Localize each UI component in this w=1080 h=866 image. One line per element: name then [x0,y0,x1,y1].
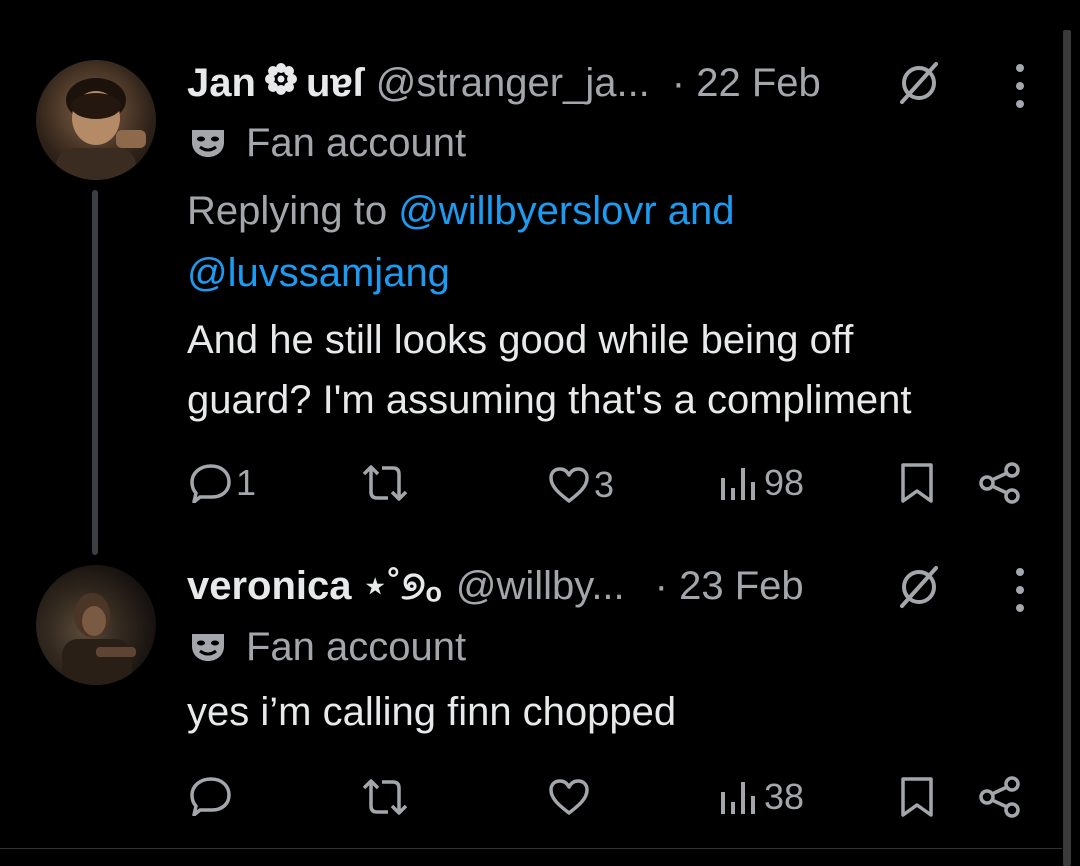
mention-link[interactable]: @willbyerslovr [398,189,656,233]
mention-link[interactable]: @luvssamjang [187,251,450,295]
tweet-text-line: And he still looks good while being off [187,318,854,362]
label-text: Fan account [246,120,467,165]
display-name[interactable]: veronica ⋆˚୭ₒ [187,563,442,609]
avatar-photo [62,593,136,685]
more-options-button[interactable] [1008,64,1032,108]
mention-and[interactable]: and [668,189,735,233]
more-vertical-icon [1016,64,1024,72]
avatar[interactable] [36,60,156,180]
reply-button[interactable] [190,776,236,816]
tweet-text: And he still looks good while being off … [187,310,912,430]
verified-icon [894,58,944,113]
verified-icon [894,562,944,617]
bookmark-button[interactable] [898,776,936,818]
bookmark-button[interactable] [898,462,936,504]
user-handle[interactable]: @stranger_ja... [376,61,650,106]
retweet-icon [362,465,408,501]
more-vertical-icon [1016,568,1024,576]
view-count: 98 [764,462,805,503]
display-name-suffix: uɐſ [305,60,364,105]
views-icon [721,782,755,814]
share-icon [979,462,1020,504]
share-button[interactable] [978,462,1022,504]
avatar[interactable] [36,565,156,685]
timestamp[interactable]: · 23 Feb [655,564,804,609]
timestamp[interactable]: · 22 Feb [672,61,821,106]
flower-icon [264,61,298,106]
label-text: Fan account [246,624,467,669]
replying-to-prefix: Replying to [187,189,388,233]
views-button[interactable]: 38 [718,776,804,818]
like-count: 3 [594,464,615,505]
bookmark-icon [901,463,933,503]
bookmark-icon [901,777,933,817]
account-label: Fan account [190,622,466,672]
heart-icon [549,467,589,503]
replying-to: Replying to @willbyerslovr and @luvssamj… [187,180,735,304]
masks-icon [192,634,224,661]
tweet[interactable]: Jan uɐſ @stranger_ja... · 22 Feb Fan acc… [0,0,1062,560]
retweet-icon [362,779,408,815]
view-count: 38 [764,776,805,817]
share-icon [979,776,1020,818]
divider [0,848,1062,849]
views-button[interactable]: 98 [718,462,804,504]
tweet-text-line: yes i’m calling finn chopped [187,690,677,734]
retweet-button[interactable] [360,464,414,502]
account-label: Fan account [190,118,466,168]
share-button[interactable] [978,776,1022,818]
reply-icon [190,777,231,816]
scrollbar[interactable] [1063,30,1071,866]
more-options-button[interactable] [1008,568,1032,612]
tweet-header: veronica ⋆˚୭ₒ @willby... · 23 Feb [187,556,804,616]
views-icon [721,468,755,500]
retweet-button[interactable] [360,778,414,816]
like-button[interactable]: 3 [548,464,614,506]
tweet[interactable]: veronica ⋆˚୭ₒ @willby... · 23 Feb Fan ac… [0,560,1062,848]
heart-icon [549,779,589,815]
tweet-text-line: guard? I'm assuming that's a compliment [187,378,912,422]
reply-button[interactable]: 1 [190,462,256,504]
display-name[interactable]: Jan [187,61,256,106]
reply-count: 1 [236,462,257,503]
tweet-header: Jan uɐſ @stranger_ja... · 22 Feb [187,53,821,113]
masks-icon [192,130,224,157]
user-handle[interactable]: @willby... [456,564,625,609]
reply-icon [190,464,231,503]
tweet-text: yes i’m calling finn chopped [187,682,676,742]
avatar-photo [56,78,146,180]
like-button[interactable] [548,778,594,816]
